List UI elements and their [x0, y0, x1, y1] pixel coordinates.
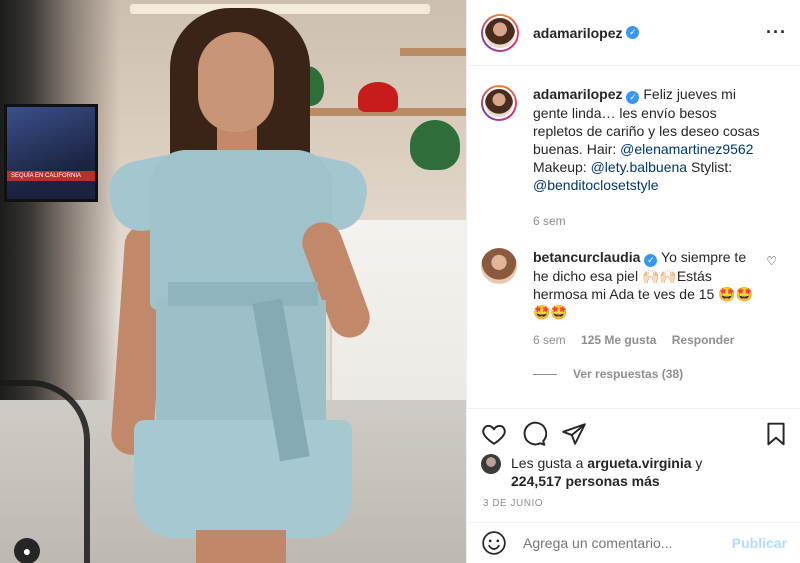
comment-input[interactable] — [523, 535, 732, 551]
caption: adamarilopez ✓ Feliz jueves mi gente lind… — [481, 85, 787, 230]
dress-belt — [168, 282, 318, 306]
legs — [196, 530, 286, 563]
like-comment-heart-icon[interactable]: ♡ — [766, 254, 777, 268]
comment-time[interactable]: 6 sem — [533, 333, 566, 347]
shelf — [400, 48, 466, 56]
view-replies-button[interactable]: Ver respuestas (38) — [533, 367, 787, 381]
camera-cable — [0, 380, 90, 563]
post-header: adamarilopez ✓ ··· — [467, 0, 800, 66]
mention-link[interactable]: @benditoclosetstyle — [533, 177, 659, 193]
comment-meta: 6 sem 125 Me gusta Responder — [533, 331, 763, 349]
caption-username[interactable]: adamarilopez — [533, 86, 622, 102]
verified-badge-icon: ✓ — [644, 254, 658, 267]
likes-prefix: Les gusta a — [511, 455, 588, 471]
caption-time[interactable]: 6 sem — [533, 214, 566, 228]
liker-username[interactable]: argueta.virginia — [587, 455, 691, 471]
likes-summary: Les gusta a argueta.virginia y 224,517 p… — [481, 454, 791, 490]
caption-meta: 6 sem — [533, 212, 763, 230]
tagged-user-icon[interactable]: ● — [14, 538, 40, 563]
comments-section[interactable]: adamarilopez ✓ Feliz jueves mi gente lind… — [467, 67, 800, 407]
red-kettle — [358, 82, 398, 112]
likes-middle: y — [691, 455, 703, 471]
post-sidebar: adamarilopez ✓ ··· adamarilopez ✓ Feliz j… — [466, 0, 800, 563]
face — [198, 32, 274, 132]
share-icon[interactable] — [561, 421, 587, 447]
view-replies-label: Ver respuestas (38) — [573, 367, 684, 381]
studio-monitor: SEQUÍA EN CALIFORNIA — [4, 104, 98, 202]
likes-count[interactable]: 224,517 personas más — [511, 473, 660, 489]
publish-button[interactable]: Publicar — [732, 535, 787, 551]
comment-icon[interactable] — [521, 421, 547, 447]
studio-light — [130, 4, 430, 14]
mention-link[interactable]: @lety.balbuena — [591, 159, 687, 175]
heart-icon[interactable] — [481, 421, 507, 447]
post-date[interactable]: 3 DE JUNIO — [483, 498, 543, 509]
caption-avatar[interactable] — [481, 85, 517, 121]
dress-ruffle — [134, 420, 352, 538]
verified-badge-icon: ✓ — [626, 91, 640, 104]
author-avatar[interactable] — [481, 13, 519, 52]
verified-badge-icon: ✓ — [626, 26, 640, 39]
add-comment-bar: Publicar — [467, 522, 800, 563]
monitor-ticker: SEQUÍA EN CALIFORNIA — [7, 171, 95, 181]
emoji-icon[interactable] — [481, 530, 507, 556]
caption-text: Stylist: — [687, 159, 733, 175]
bookmark-icon[interactable] — [763, 421, 789, 447]
replies-divider — [533, 373, 557, 375]
comment-likes[interactable]: 125 Me gusta — [581, 333, 656, 347]
mention-link[interactable]: @elenamartinez9562 — [620, 141, 753, 157]
commenter-avatar[interactable] — [481, 248, 517, 284]
reply-button[interactable]: Responder — [672, 333, 735, 347]
plant — [410, 120, 460, 170]
caption-text: Makeup: — [533, 159, 591, 175]
more-options-icon[interactable]: ··· — [766, 22, 787, 43]
post-photo[interactable]: SEQUÍA EN CALIFORNIA ● — [0, 0, 466, 563]
author-username[interactable]: adamarilopez — [533, 25, 622, 41]
comment-username[interactable]: betancurclaudia — [533, 249, 640, 265]
comment-item: betancurclaudia ✓ Yo siempre te he dicho … — [481, 248, 787, 349]
liker-avatar[interactable] — [481, 454, 501, 474]
